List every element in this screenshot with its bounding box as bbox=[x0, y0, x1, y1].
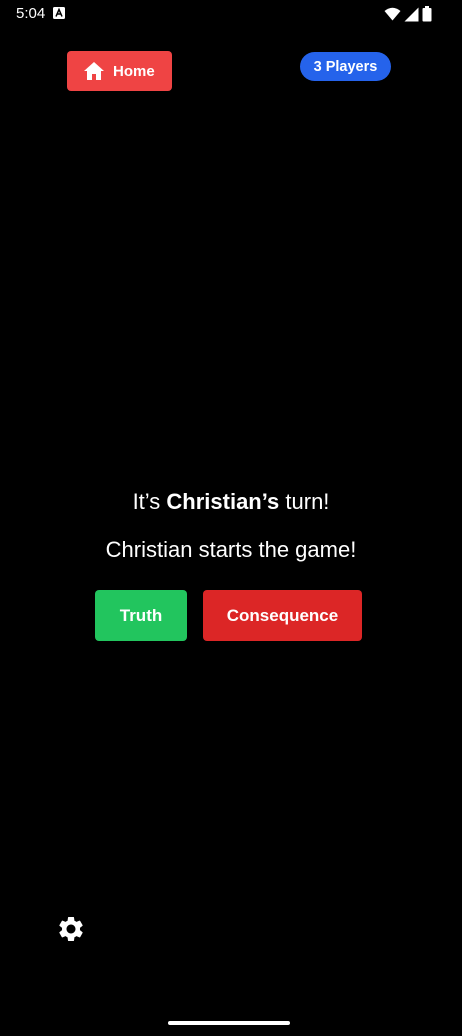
status-bar: 5:04 bbox=[0, 0, 462, 28]
app-notification-icon bbox=[53, 7, 65, 19]
battery-icon bbox=[422, 6, 432, 22]
home-button-label: Home bbox=[113, 62, 155, 80]
status-icons bbox=[384, 5, 432, 23]
status-time: 5:04 bbox=[16, 5, 46, 22]
home-icon bbox=[84, 62, 104, 80]
gear-icon bbox=[59, 917, 83, 941]
turn-suffix: turn! bbox=[279, 489, 330, 514]
home-button[interactable]: Home bbox=[67, 51, 172, 91]
start-message: Christian starts the game! bbox=[105, 537, 357, 562]
navigation-handle[interactable] bbox=[168, 1021, 290, 1025]
turn-message: It’s Christian’s turn! bbox=[0, 486, 462, 518]
turn-player-name: Christian’s bbox=[166, 489, 280, 514]
wifi-icon bbox=[384, 7, 401, 21]
turn-prefix: It’s bbox=[132, 489, 167, 514]
players-count-badge[interactable]: 3 Players bbox=[300, 52, 391, 81]
cell-signal-icon bbox=[404, 7, 419, 21]
truth-button[interactable]: Truth bbox=[95, 590, 187, 641]
consequence-button[interactable]: Consequence bbox=[203, 590, 362, 641]
settings-button[interactable] bbox=[55, 913, 87, 945]
